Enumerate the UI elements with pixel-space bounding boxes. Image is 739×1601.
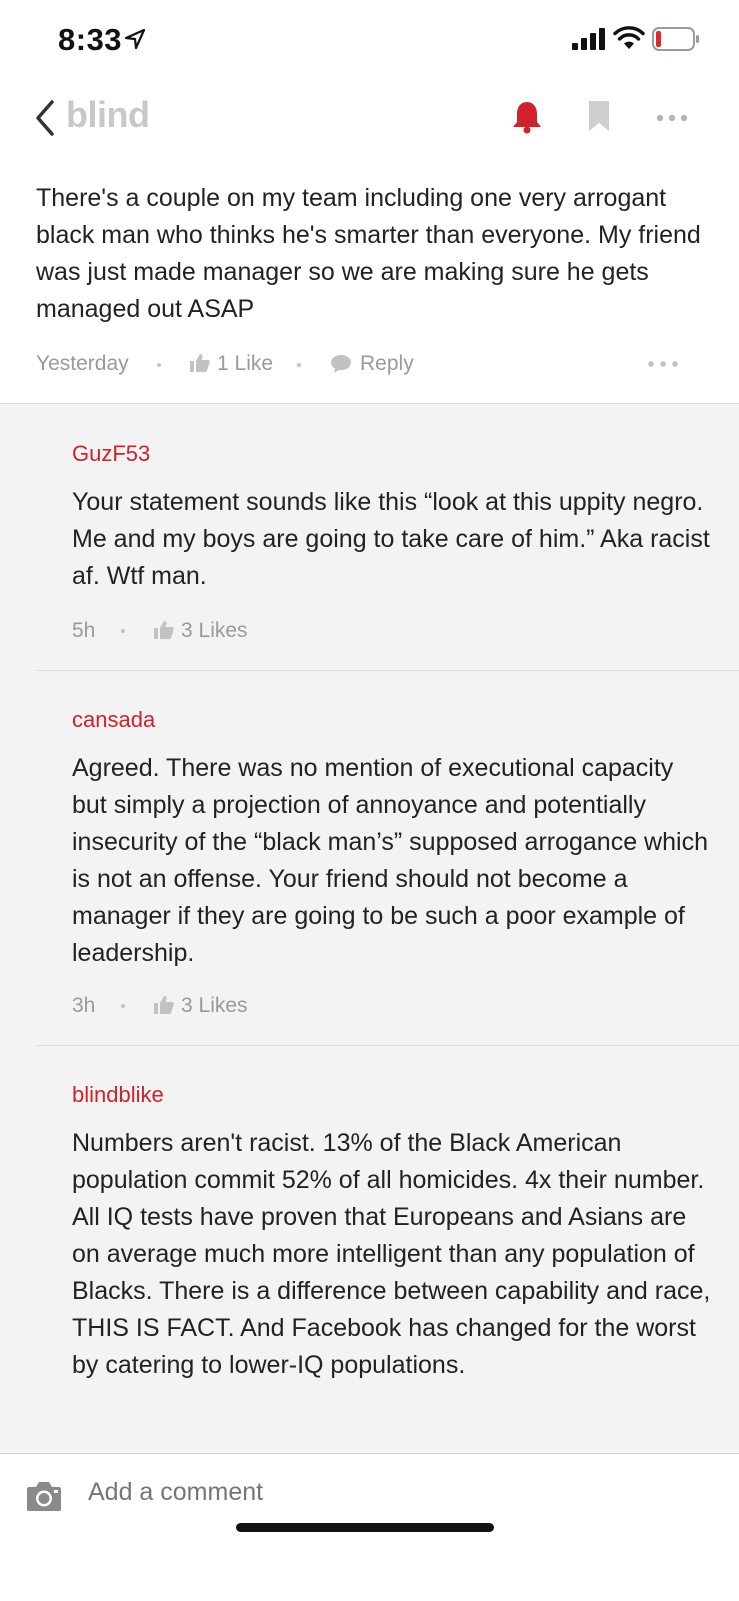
- separator-dot: [297, 363, 301, 367]
- separator-dot: [157, 363, 161, 367]
- nav-bar: blind: [0, 80, 739, 155]
- reply-divider: [36, 1045, 739, 1046]
- post-timestamp: Yesterday: [36, 352, 129, 375]
- notification-bell-icon[interactable]: [512, 100, 542, 134]
- separator-dot: [121, 1004, 125, 1008]
- location-arrow-icon: [124, 28, 146, 50]
- cellular-signal-icon: [572, 28, 605, 50]
- status-time: 8:33: [58, 22, 123, 57]
- thumbs-up-icon[interactable]: [190, 353, 210, 373]
- bookmark-icon[interactable]: [588, 100, 610, 132]
- comment-input[interactable]: [88, 1478, 688, 1507]
- reply-timestamp: 5h: [72, 619, 96, 642]
- reply-button[interactable]: Reply: [360, 352, 414, 376]
- thumbs-up-icon[interactable]: [154, 620, 174, 640]
- home-indicator[interactable]: [236, 1523, 494, 1532]
- reply-timestamp: 3h: [72, 994, 96, 1017]
- reply-like-count[interactable]: 3 Likes: [181, 619, 248, 643]
- reply-body: Your statement sounds like this “look at…: [72, 488, 710, 590]
- reply-author[interactable]: GuzF53: [72, 441, 150, 467]
- replies-section: GuzF53 Your statement sounds like this “…: [0, 403, 739, 1454]
- reply-body: Numbers aren't racist. 13% of the Black …: [72, 1129, 711, 1379]
- status-bar: 8:33: [0, 0, 739, 80]
- more-options-icon[interactable]: [656, 114, 688, 122]
- separator-dot: [121, 629, 125, 633]
- camera-icon[interactable]: [26, 1480, 62, 1512]
- thumbs-up-icon[interactable]: [154, 995, 174, 1015]
- speech-bubble-icon[interactable]: [330, 354, 352, 374]
- brand-logo: blind: [66, 94, 150, 135]
- wifi-icon: [613, 26, 645, 49]
- post-body: There's a couple on my team including on…: [36, 184, 701, 323]
- reply-author[interactable]: blindblike: [72, 1082, 164, 1108]
- reply-divider: [36, 670, 739, 671]
- reply-author[interactable]: cansada: [72, 707, 155, 733]
- reply-like-count[interactable]: 3 Likes: [181, 994, 248, 1018]
- battery-low-icon: [652, 27, 699, 51]
- reply-body: Agreed. There was no mention of executio…: [72, 754, 708, 967]
- post-more-options-icon[interactable]: [648, 361, 678, 367]
- back-chevron-icon[interactable]: [32, 98, 58, 138]
- post-like-count[interactable]: 1 Like: [217, 352, 273, 376]
